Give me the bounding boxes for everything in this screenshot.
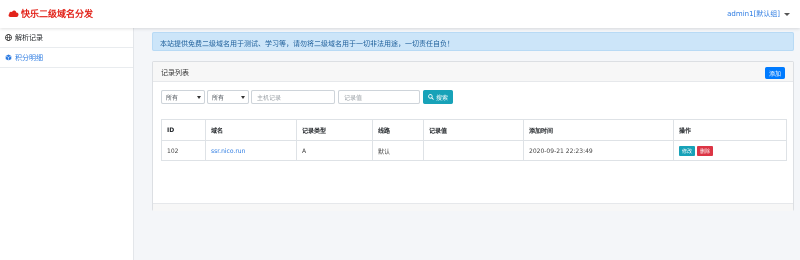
cloud-icon (8, 10, 19, 17)
cell-line: 默认 (373, 141, 424, 161)
cell-type: A (297, 141, 373, 161)
value-placeholder: 记录值 (344, 94, 363, 102)
search-label: 搜索 (436, 94, 449, 102)
panel-header: 记录列表 添加 (153, 62, 793, 82)
select-value: 所有 (166, 94, 179, 102)
user-menu[interactable]: admin1[默认组] (727, 9, 790, 19)
table-row: 102 ssr.nico.run A 默认 2020-09-21 22:23:4… (162, 141, 786, 161)
sidebar-item-points[interactable]: 积分明细 (0, 48, 133, 68)
globe-icon (5, 34, 12, 41)
delete-button[interactable]: 删除 (697, 146, 714, 156)
select-value: 所有 (212, 94, 225, 102)
user-label: admin1[默认组] (727, 10, 780, 18)
search-button[interactable]: 搜索 (423, 90, 454, 104)
cube-icon (5, 54, 12, 61)
main-content: 本站提供免费二级域名用于测试、学习等，请勿将二级域名用于一切非法用途，一切责任自… (134, 28, 800, 260)
caret-down-icon (784, 12, 790, 16)
column-header: 域名 (206, 120, 297, 140)
cell-value (424, 141, 524, 161)
domain-link[interactable]: ssr.nico.run (211, 148, 245, 155)
records-panel: 记录列表 添加 所有 所有 主机记录 记录值 搜索 ID 域名 记录类型 线路 … (152, 61, 794, 211)
add-button[interactable]: 添加 (764, 67, 785, 79)
panel-footer (153, 203, 793, 211)
record-type-select[interactable]: 所有 (161, 90, 205, 104)
filter-bar: 所有 所有 主机记录 记录值 搜索 (161, 89, 454, 105)
cell-time: 2020-09-21 22:23:49 (524, 141, 674, 161)
column-header: 记录类型 (297, 120, 373, 140)
edit-button[interactable]: 修改 (679, 146, 696, 156)
column-header: 记录值 (424, 120, 524, 140)
column-header: 线路 (373, 120, 424, 140)
column-header: 添加时间 (524, 120, 674, 140)
chevron-down-icon (241, 95, 245, 99)
brand[interactable]: 快乐二级域名分发 (8, 7, 93, 20)
notice-text: 本站提供免费二级域名用于测试、学习等，请勿将二级域名用于一切非法用途，一切责任自… (160, 40, 454, 48)
notice-alert: 本站提供免费二级域名用于测试、学习等，请勿将二级域名用于一切非法用途，一切责任自… (152, 32, 794, 51)
sidebar-item-dns-records[interactable]: 解析记录 (0, 28, 133, 48)
host-placeholder: 主机记录 (257, 94, 282, 102)
record-value-input[interactable]: 记录值 (338, 90, 420, 104)
table-header-row: ID 域名 记录类型 线路 记录值 添加时间 操作 (162, 120, 786, 141)
sidebar-item-label: 积分明细 (15, 53, 43, 62)
cell-id: 102 (162, 141, 206, 161)
search-icon (428, 94, 434, 100)
brand-title: 快乐二级域名分发 (21, 10, 94, 20)
column-header: ID (162, 120, 206, 140)
cell-actions: 修改 删除 (674, 141, 786, 161)
top-navbar: 快乐二级域名分发 admin1[默认组] (0, 0, 800, 28)
panel-title: 记录列表 (161, 69, 189, 77)
records-table: ID 域名 记录类型 线路 记录值 添加时间 操作 102 ssr.nico.r… (161, 119, 787, 161)
sidebar-item-label: 解析记录 (15, 33, 43, 42)
host-record-input[interactable]: 主机记录 (251, 90, 335, 104)
cell-domain: ssr.nico.run (206, 141, 297, 161)
column-header: 操作 (679, 127, 692, 135)
sidebar: 解析记录 积分明细 (0, 28, 134, 260)
chevron-down-icon (197, 95, 201, 99)
line-select[interactable]: 所有 (207, 90, 249, 104)
